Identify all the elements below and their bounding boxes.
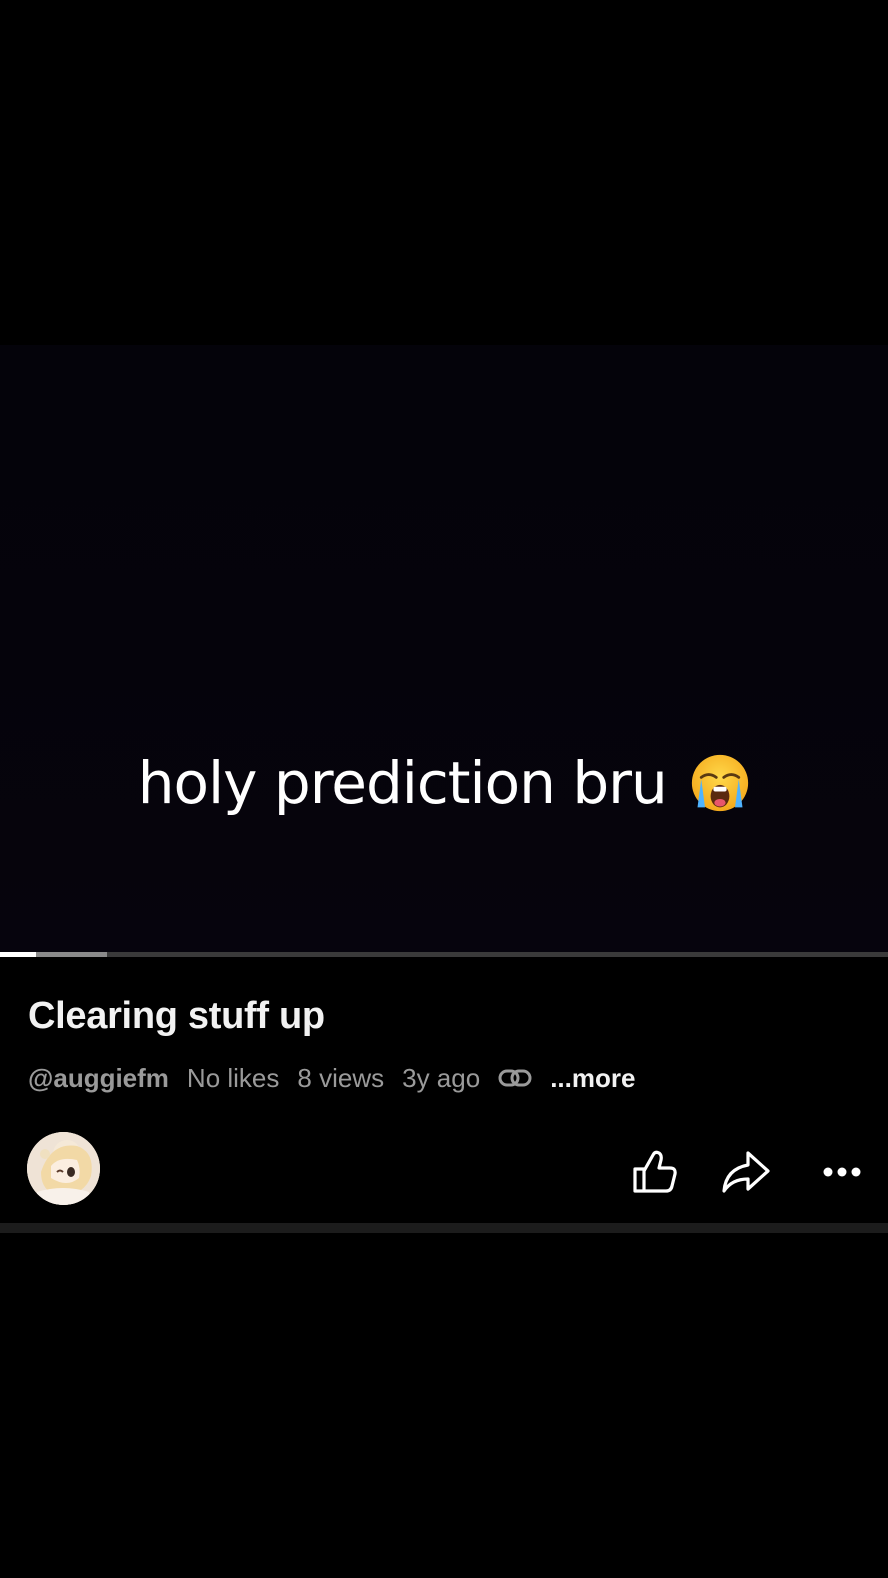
video-title[interactable]: Clearing stuff up: [28, 995, 325, 1038]
more-options-button[interactable]: [816, 1146, 868, 1198]
channel-handle[interactable]: @auggiefm: [28, 1063, 169, 1094]
video-player[interactable]: holy prediction bru: [0, 0, 888, 955]
channel-avatar[interactable]: [27, 1132, 100, 1205]
link-icon: [498, 1067, 532, 1089]
video-frame[interactable]: [0, 345, 888, 955]
like-button[interactable]: [630, 1146, 682, 1198]
share-button[interactable]: [720, 1146, 772, 1198]
views-count: 8 views: [297, 1062, 385, 1093]
caption-text: holy prediction bru: [137, 749, 668, 817]
likes-count: No likes: [186, 1062, 280, 1093]
lower-content-area: [0, 1233, 888, 1578]
section-divider: [0, 1223, 888, 1233]
share-icon: [722, 1151, 770, 1193]
loudly-crying-face-icon: [692, 754, 749, 812]
progress-played: [0, 952, 36, 957]
more-link[interactable]: ...more: [550, 1063, 635, 1094]
more-horizontal-icon: [823, 1167, 861, 1177]
video-caption: holy prediction bru: [0, 750, 888, 816]
video-progress-bar[interactable]: [0, 952, 888, 957]
thumbs-up-icon: [633, 1150, 677, 1193]
video-metadata[interactable]: @auggiefm No likes 8 views 3y ago ...mor…: [28, 1060, 635, 1096]
upload-age: 3y ago: [402, 1062, 481, 1093]
